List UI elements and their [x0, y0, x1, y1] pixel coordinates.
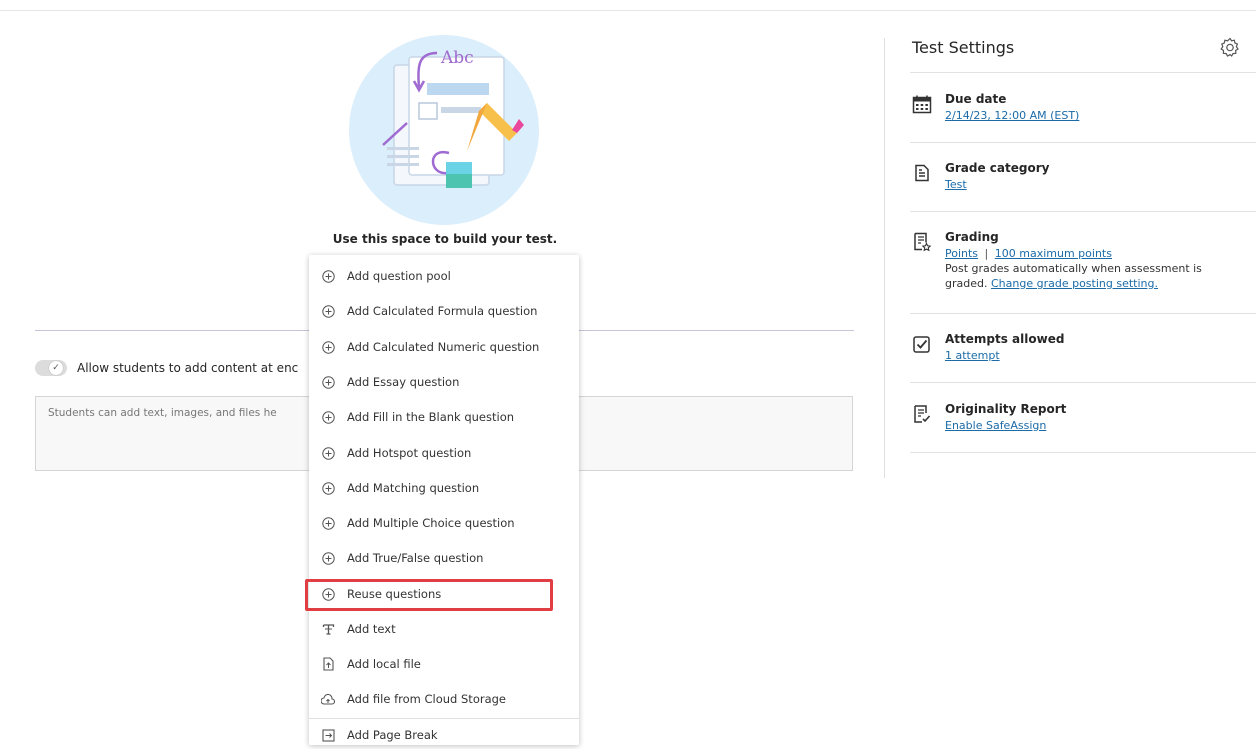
menu-item-add-question-pool[interactable]: Add question pool — [309, 262, 579, 290]
menu-item-label: Add local file — [347, 657, 421, 671]
grade-posting-prefix: graded. — [945, 277, 988, 290]
plus-circle-icon — [321, 340, 335, 354]
attempts-link[interactable]: 1 attempt — [945, 349, 1000, 362]
page-break-icon — [321, 728, 335, 742]
add-content-menu: Add question pool Add Calculated Formula… — [309, 255, 579, 745]
allow-student-content-label: Allow students to add content at enc — [77, 361, 299, 375]
plus-circle-icon — [321, 516, 335, 530]
enable-safeassign-link[interactable]: Enable SafeAssign — [945, 419, 1046, 432]
top-border — [0, 10, 1256, 11]
menu-item-label: Add Multiple Choice question — [347, 516, 515, 530]
local-file-icon — [321, 657, 335, 671]
settings-panel-border — [884, 38, 885, 478]
menu-item-add-true-false[interactable]: Add True/False question — [309, 544, 579, 572]
menu-item-label: Add Calculated Formula question — [347, 304, 538, 318]
plus-circle-icon — [321, 446, 335, 460]
plus-circle-icon — [321, 269, 335, 283]
illustration-label: Abc — [441, 48, 474, 68]
menu-item-add-hotspot[interactable]: Add Hotspot question — [309, 439, 579, 467]
menu-item-label: Add True/False question — [347, 551, 484, 565]
originality-report-icon — [912, 404, 932, 426]
grade-category-icon — [912, 163, 932, 185]
settings-separator — [910, 72, 1256, 73]
menu-item-label: Add question pool — [347, 269, 451, 283]
attempts-title: Attempts allowed — [945, 332, 1065, 346]
max-points-link[interactable]: 100 maximum points — [995, 247, 1112, 260]
menu-item-add-essay[interactable]: Add Essay question — [309, 368, 579, 396]
grading-title: Grading — [945, 230, 999, 244]
menu-separator — [309, 718, 579, 719]
grade-category-title: Grade category — [945, 161, 1050, 175]
plus-circle-icon — [321, 304, 335, 318]
menu-item-add-calculated-numeric[interactable]: Add Calculated Numeric question — [309, 333, 579, 361]
menu-item-add-calculated-formula[interactable]: Add Calculated Formula question — [309, 297, 579, 325]
grading-separator: | — [984, 247, 989, 260]
menu-item-add-text[interactable]: Add text — [309, 615, 579, 643]
cloud-storage-icon — [321, 692, 335, 706]
grading-icon — [912, 232, 932, 254]
plus-circle-icon — [321, 375, 335, 389]
plus-circle-icon — [321, 481, 335, 495]
menu-item-label: Add Page Break — [347, 728, 438, 742]
calendar-icon — [912, 94, 932, 116]
due-date-title: Due date — [945, 92, 1007, 106]
plus-circle-icon — [321, 410, 335, 424]
menu-item-add-matching[interactable]: Add Matching question — [309, 474, 579, 502]
menu-item-label: Add Essay question — [347, 375, 460, 389]
due-date-link[interactable]: 2/14/23, 12:00 AM (EST) — [945, 109, 1079, 122]
change-grade-posting-link[interactable]: Change grade posting setting. — [991, 277, 1158, 290]
text-icon — [321, 622, 335, 636]
toggle-check-icon: ✓ — [49, 361, 63, 375]
settings-separator — [910, 142, 1256, 143]
settings-separator — [910, 211, 1256, 212]
menu-item-label: Add Calculated Numeric question — [347, 340, 540, 354]
settings-separator — [910, 313, 1256, 314]
menu-item-label: Add text — [347, 622, 396, 636]
gear-icon[interactable] — [1218, 36, 1242, 60]
attempts-checkbox-icon — [912, 334, 932, 356]
menu-item-add-page-break[interactable]: Add Page Break — [309, 721, 579, 749]
build-test-heading: Use this space to build your test. — [332, 232, 558, 246]
plus-circle-icon — [321, 551, 335, 565]
menu-item-label: Add Matching question — [347, 481, 480, 495]
grading-type-link[interactable]: Points — [945, 247, 978, 260]
originality-report-title: Originality Report — [945, 402, 1067, 416]
menu-item-label: Add file from Cloud Storage — [347, 692, 507, 706]
menu-item-add-local-file[interactable]: Add local file — [309, 650, 579, 678]
settings-separator — [910, 382, 1256, 383]
menu-item-add-fill-in-blank[interactable]: Add Fill in the Blank question — [309, 403, 579, 431]
menu-item-label: Add Hotspot question — [347, 446, 472, 460]
allow-student-content-toggle[interactable]: ✓ — [35, 360, 67, 376]
reuse-questions-highlight — [305, 579, 553, 611]
menu-item-add-multiple-choice[interactable]: Add Multiple Choice question — [309, 509, 579, 537]
settings-separator — [910, 452, 1256, 453]
test-settings-title: Test Settings — [912, 38, 1015, 57]
allow-student-content-row: ✓ Allow students to add content at enc — [35, 357, 298, 379]
menu-item-add-cloud-file[interactable]: Add file from Cloud Storage — [309, 685, 579, 713]
grade-posting-text: Post grades automatically when assessmen… — [945, 262, 1202, 275]
menu-item-label: Add Fill in the Blank question — [347, 410, 515, 424]
build-test-illustration: Abc — [349, 35, 539, 225]
grade-category-link[interactable]: Test — [945, 178, 967, 191]
